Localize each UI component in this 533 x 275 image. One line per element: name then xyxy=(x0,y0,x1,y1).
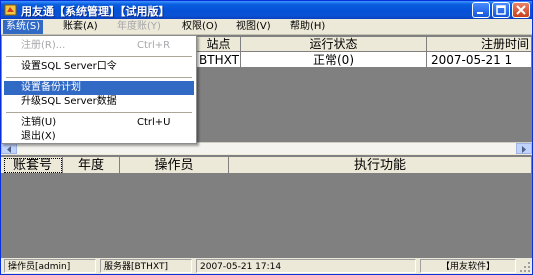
cell-register-time: 2007-05-21 1 xyxy=(427,52,532,68)
column-site[interactable]: 站点 xyxy=(197,37,241,52)
app-icon xyxy=(4,4,17,16)
menu-bar: 系统(S) 账套(A) 年度账(Y) 权限(O) 视图(V) 帮助(H) xyxy=(1,19,532,35)
menu-permission[interactable]: 权限(O) xyxy=(179,20,221,34)
menu-item-shortcut: Ctrl+U xyxy=(137,117,171,128)
cell-site: BTHXT xyxy=(197,52,241,68)
resize-grip-icon[interactable] xyxy=(519,261,531,273)
column-register-time[interactable]: 注册时间 xyxy=(427,37,532,52)
column-operator[interactable]: 操作员 xyxy=(120,157,229,174)
menu-help[interactable]: 帮助(H) xyxy=(287,20,328,34)
menu-fiscal-year[interactable]: 年度账(Y) xyxy=(114,20,164,34)
minimize-button[interactable] xyxy=(472,2,490,18)
system-menu-dropdown: 注册(R)... Ctrl+R 设置SQL Server口令 设置备份计划 升级… xyxy=(1,35,197,144)
menu-item-upgrade-sql-data[interactable]: 升级SQL Server数据 xyxy=(4,95,194,109)
menu-item-label: 退出(X) xyxy=(21,131,56,142)
close-icon xyxy=(516,5,526,15)
column-year[interactable]: 年度 xyxy=(63,157,120,174)
status-server: 服务器[BTHXT] xyxy=(100,259,192,273)
task-grid[interactable]: 账套号 年度 操作员 执行功能 xyxy=(1,155,532,258)
task-grid-header: 账套号 年度 操作员 执行功能 xyxy=(1,157,532,174)
menu-separator xyxy=(6,112,192,113)
menu-item-label: 注销(U) xyxy=(21,117,57,128)
close-button[interactable] xyxy=(512,2,530,18)
status-brand: 【用友软件】 xyxy=(420,259,516,273)
menu-item-label: 设置SQL Server口令 xyxy=(21,61,117,72)
title-bar[interactable]: 用友通【系统管理】【试用版】 xyxy=(1,1,532,19)
app-window: 用友通【系统管理】【试用版】 系统(S) 账套(A) 年度账(Y) 权限(O) … xyxy=(0,0,533,275)
menu-item-label: 注册(R)... xyxy=(21,40,66,51)
cell-status: 正常(0) xyxy=(241,52,427,68)
menu-item-register[interactable]: 注册(R)... Ctrl+R xyxy=(4,39,194,53)
column-account-no[interactable]: 账套号 xyxy=(3,157,63,174)
window-title: 用友通【系统管理】【试用版】 xyxy=(21,5,170,18)
menu-item-label: 升级SQL Server数据 xyxy=(21,96,117,107)
maximize-icon xyxy=(496,5,506,15)
status-bar: 操作员[admin] 服务器[BTHXT] 2007-05-21 17:14 【… xyxy=(1,258,532,274)
menu-item-shortcut: Ctrl+R xyxy=(137,40,171,51)
menu-account[interactable]: 账套(A) xyxy=(60,20,101,34)
menu-system[interactable]: 系统(S) xyxy=(3,20,44,34)
scroll-left-button[interactable] xyxy=(1,143,17,154)
menu-item-label: 设置备份计划 xyxy=(21,82,81,93)
menu-separator xyxy=(6,56,192,57)
status-operator: 操作员[admin] xyxy=(4,259,96,273)
column-status[interactable]: 运行状态 xyxy=(241,37,427,52)
menu-separator xyxy=(6,77,192,78)
menu-item-set-sql-password[interactable]: 设置SQL Server口令 xyxy=(4,60,194,74)
maximize-button[interactable] xyxy=(492,2,510,18)
status-datetime: 2007-05-21 17:14 xyxy=(196,259,416,273)
arrow-left-icon xyxy=(7,146,11,153)
menu-item-backup-plan[interactable]: 设置备份计划 xyxy=(4,81,194,95)
arrow-right-icon xyxy=(522,146,526,153)
menu-item-exit[interactable]: 退出(X) xyxy=(4,130,194,144)
column-function[interactable]: 执行功能 xyxy=(229,157,532,174)
menu-view[interactable]: 视图(V) xyxy=(233,20,274,34)
menu-item-logout[interactable]: 注销(U) Ctrl+U xyxy=(4,116,194,130)
minimize-icon xyxy=(477,12,483,14)
scroll-right-button[interactable] xyxy=(516,143,532,154)
